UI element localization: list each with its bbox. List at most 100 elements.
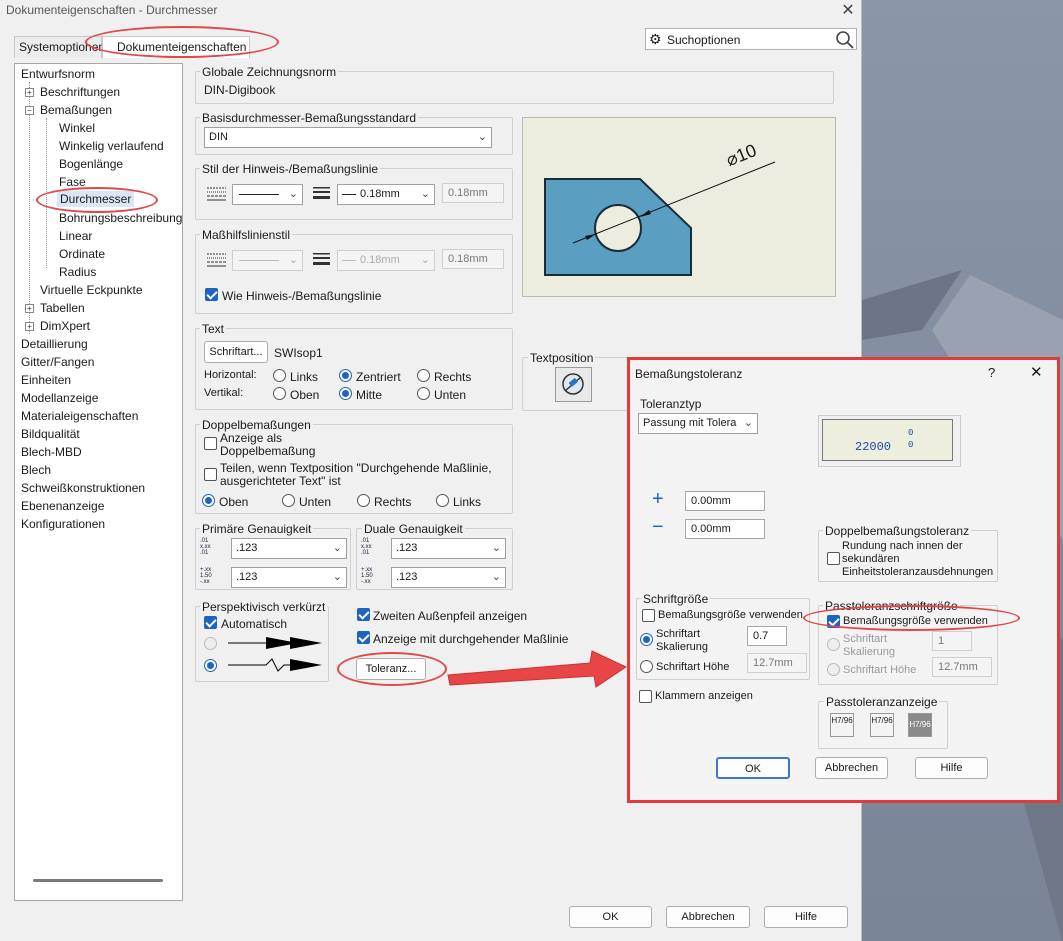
radio-arrow-normal[interactable] — [204, 637, 217, 650]
tree-item-entwurfsnorm[interactable]: Entwurfsnorm — [21, 67, 95, 81]
tab-dokumenteigenschaften[interactable]: Dokumenteigenschaften — [102, 36, 250, 58]
dual-precision-select-1[interactable]: .123 ⌄ — [391, 538, 506, 559]
font-height-input[interactable]: 12.7mm — [747, 653, 807, 673]
same-as-leader-checkbox[interactable] — [205, 288, 218, 301]
lower-tolerance-input[interactable]: 0.00mm — [685, 519, 765, 539]
tol-ok-button[interactable]: OK — [716, 757, 790, 779]
tree-item-bemassungen[interactable]: Bemaßungen — [40, 103, 112, 117]
tree-item-schweiss[interactable]: Schweißkonstruktionen — [21, 481, 145, 495]
tree-item-modellanzeige[interactable]: Modellanzeige — [21, 391, 98, 405]
expand-icon[interactable]: + — [25, 304, 34, 313]
second-arrow-checkbox[interactable] — [357, 608, 370, 621]
search-icon[interactable] — [835, 30, 855, 50]
dual-tol-checkbox[interactable] — [827, 552, 840, 565]
radio-h-right[interactable] — [417, 369, 430, 382]
tree-item-bildqualitaet[interactable]: Bildqualität — [21, 427, 80, 441]
tree-item-ordinate[interactable]: Ordinate — [59, 247, 105, 261]
tree-item-bogenlaenge[interactable]: Bogenlänge — [59, 157, 123, 171]
help-icon[interactable]: ? — [988, 365, 995, 380]
ok-button[interactable]: OK — [569, 906, 652, 928]
horizontal-scrollbar[interactable] — [33, 879, 163, 882]
tol-type-select[interactable]: Passung mit Tolera ⌄ — [638, 413, 758, 434]
tree-item-linear[interactable]: Linear — [59, 229, 92, 243]
tree-item-radius[interactable]: Radius — [59, 265, 96, 279]
dual-split-checkbox[interactable] — [204, 468, 217, 481]
radio-h-center[interactable] — [339, 369, 352, 382]
leader-line-style-select[interactable]: ⌄ — [232, 184, 303, 205]
tol-cancel-button[interactable]: Abbrechen — [815, 757, 888, 779]
expand-icon[interactable]: + — [25, 322, 34, 331]
radio-v-bottom[interactable] — [417, 387, 430, 400]
primary-precision-select-2[interactable]: .123 ⌄ — [231, 567, 347, 588]
radio-font-scale[interactable] — [640, 633, 653, 646]
fit-display-label: Passtoleranzanzeige — [824, 695, 940, 709]
tree-item-fase[interactable]: Fase — [59, 175, 86, 189]
fit-height-input[interactable]: 12.7mm — [932, 657, 992, 677]
help-button[interactable]: Hilfe — [764, 906, 848, 928]
tree-item-gitter[interactable]: Gitter/Fangen — [21, 355, 94, 369]
tree-item-bohrung[interactable]: Bohrungsbeschreibung — [59, 211, 182, 225]
extension-thickness-select[interactable]: 0.18mm ⌄ — [337, 250, 435, 271]
tree-item-tabellen[interactable]: Tabellen — [40, 301, 85, 315]
tree-item-blech-mbd[interactable]: Blech-MBD — [21, 445, 82, 459]
tree-item-eckpunkte[interactable]: Virtuelle Eckpunkte — [40, 283, 143, 297]
chevron-down-icon: ⌄ — [420, 254, 430, 266]
extension-line-style-select[interactable]: ⌄ — [232, 250, 303, 271]
tree-item-blech[interactable]: Blech — [21, 463, 51, 477]
tree-item-beschriftungen[interactable]: Beschriftungen — [40, 85, 120, 99]
radio-fit-scale[interactable] — [827, 638, 840, 651]
radio-dual-left[interactable] — [436, 494, 449, 507]
radio-arrow-broken[interactable] — [204, 659, 217, 672]
extension-custom-thickness[interactable]: 0.18mm — [442, 249, 504, 269]
tree-item-konfigurationen[interactable]: Konfigurationen — [21, 517, 105, 531]
font-scale-input[interactable]: 0.7 — [747, 626, 787, 646]
same-as-leader-label: Wie Hinweis-/Bemaßungslinie — [222, 289, 382, 303]
cancel-button[interactable]: Abbrechen — [666, 906, 750, 928]
radio-dual-right[interactable] — [357, 494, 370, 507]
primary-precision-select-1[interactable]: .123 ⌄ — [231, 538, 347, 559]
solid-leader-checkbox[interactable] — [357, 631, 370, 644]
tree-item-winkelig[interactable]: Winkelig verlaufend — [59, 139, 164, 153]
tree-item-dimxpert[interactable]: DimXpert — [40, 319, 90, 333]
tolerance-button[interactable]: Toleranz... — [356, 658, 426, 680]
tree-item-einheiten[interactable]: Einheiten — [21, 373, 71, 387]
close-icon[interactable]: ✕ — [1030, 363, 1043, 381]
options-tree: + − + + Entwurfsnorm Beschriftungen Bema… — [14, 63, 183, 901]
fit-use-dim-checkbox[interactable] — [827, 615, 840, 628]
thickness-line-icon — [342, 259, 356, 261]
tree-item-material[interactable]: Materialeigenschaften — [21, 409, 138, 423]
radio-fit-height[interactable] — [827, 663, 840, 676]
collapse-icon[interactable]: − — [25, 106, 34, 115]
leader-custom-thickness[interactable]: 0.18mm — [442, 183, 504, 203]
search-box[interactable]: ⚙ Suchoptionen — [645, 28, 857, 50]
upper-tolerance-input[interactable]: 0.00mm — [685, 491, 765, 511]
tree-item-ebenen[interactable]: Ebenenanzeige — [21, 499, 104, 513]
fit-display-linear-icon[interactable]: H7/96 — [870, 713, 894, 737]
tree-item-durchmesser[interactable]: Durchmesser — [57, 191, 135, 207]
use-dim-size-checkbox[interactable] — [642, 609, 655, 622]
dual-show-checkbox[interactable] — [204, 437, 217, 450]
auto-checkbox[interactable] — [204, 616, 217, 629]
tree-item-winkel[interactable]: Winkel — [59, 121, 95, 135]
radio-v-middle[interactable] — [339, 387, 352, 400]
radio-v-top[interactable] — [273, 387, 286, 400]
fit-scale-input[interactable]: 1 — [932, 631, 972, 651]
radio-dual-bottom[interactable] — [282, 494, 295, 507]
leader-thickness-select[interactable]: 0.18mm ⌄ — [337, 184, 435, 205]
fit-display-slash-icon[interactable]: H7/96 — [908, 713, 932, 737]
text-position-button[interactable] — [555, 367, 592, 402]
dual-precision-select-2[interactable]: .123 ⌄ — [391, 567, 506, 588]
brackets-checkbox[interactable] — [639, 690, 652, 703]
radio-dual-top[interactable] — [202, 494, 215, 507]
tol-preview-sup: 0 — [908, 428, 914, 438]
close-icon[interactable]: ✕ — [838, 0, 858, 20]
expand-icon[interactable]: + — [25, 88, 34, 97]
tree-item-detaillierung[interactable]: Detaillierung — [21, 337, 88, 351]
tol-help-button[interactable]: Hilfe — [915, 757, 988, 779]
radio-h-left[interactable] — [273, 369, 286, 382]
radio-font-height[interactable] — [640, 660, 653, 673]
tab-systemoptionen[interactable]: Systemoptionen — [14, 36, 105, 58]
base-standard-select[interactable]: DIN ⌄ — [204, 127, 492, 148]
fit-display-stacked-icon[interactable]: H7/96 — [830, 713, 854, 737]
font-button[interactable]: Schriftart... — [204, 341, 268, 363]
